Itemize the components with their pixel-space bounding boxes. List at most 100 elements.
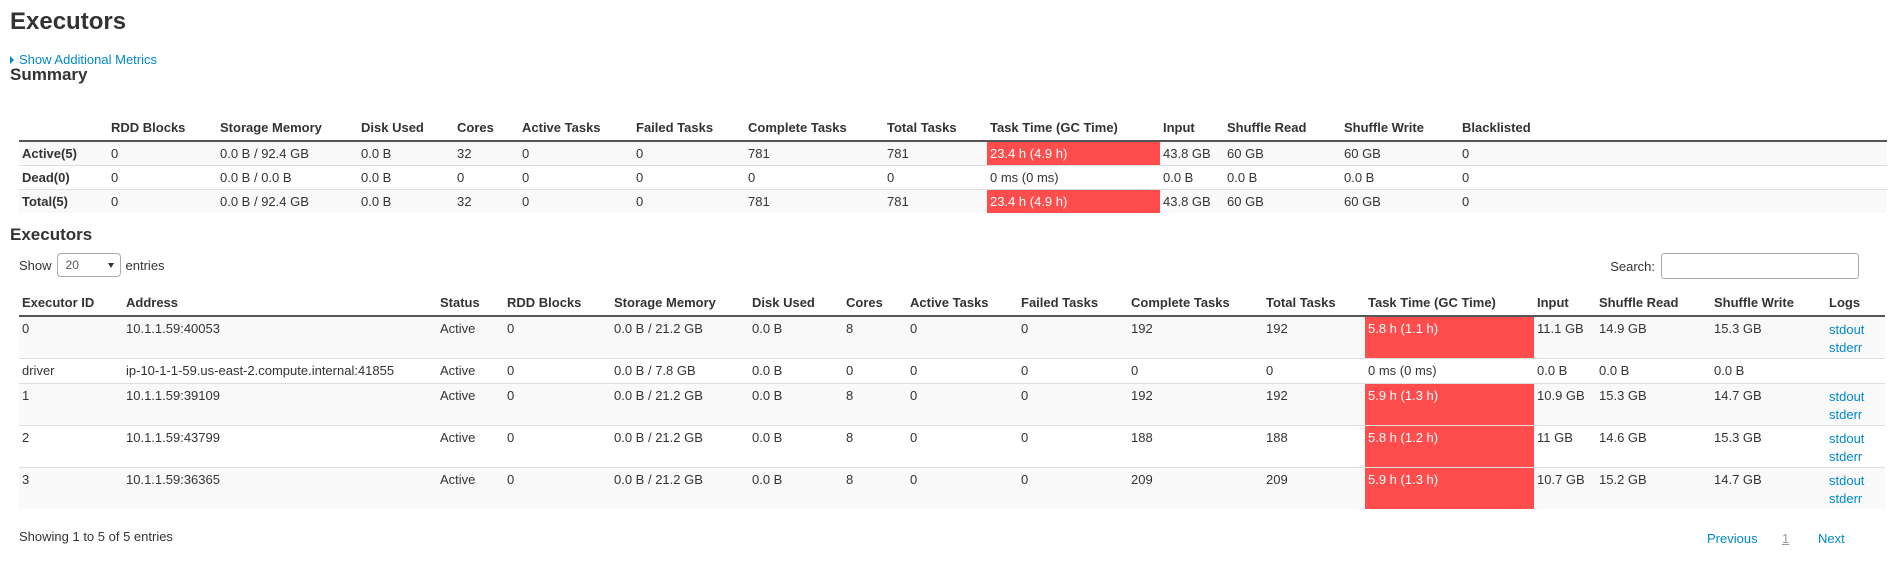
exec-cell: 0 xyxy=(1018,315,1128,358)
page-length-select[interactable]: 20 xyxy=(56,253,121,277)
current-page-button[interactable]: 1 xyxy=(1782,531,1789,546)
exec-col-rdd-blocks[interactable]: RDD Blocks xyxy=(504,289,611,317)
summary-cell: Active(5) xyxy=(19,140,108,166)
summary-cell: Total(5) xyxy=(19,189,108,213)
search-label: Search: xyxy=(1610,258,1655,274)
exec-cell: 0 xyxy=(504,424,611,467)
executor-row: driver ip-10-1-1-59.us-east-2.compute.in… xyxy=(19,357,1885,383)
exec-cell: 0 xyxy=(907,424,1018,467)
summary-col-disk-used[interactable]: Disk Used xyxy=(358,114,454,142)
stdout-link[interactable]: stdout xyxy=(1829,472,1885,490)
summary-heading: Summary xyxy=(10,65,88,84)
exec-logs-cell: stdout stderr xyxy=(1826,382,1885,425)
exec-cell: 0.0 B / 7.8 GB xyxy=(611,357,749,383)
next-page-button[interactable]: Next xyxy=(1818,531,1845,546)
exec-col-shuffle-write[interactable]: Shuffle Write xyxy=(1711,289,1826,317)
summary-col-storage-memory[interactable]: Storage Memory xyxy=(217,114,358,142)
summary-cell: 781 xyxy=(884,189,987,213)
exec-col-executor-id[interactable]: Executor ID xyxy=(19,289,123,317)
stderr-link[interactable]: stderr xyxy=(1829,339,1885,357)
exec-col-address[interactable]: Address xyxy=(123,289,437,317)
stderr-link[interactable]: stderr xyxy=(1829,406,1885,424)
summary-row-total: Total(5) 0 0.0 B / 92.4 GB 0.0 B 32 0 0 … xyxy=(19,189,1887,213)
summary-cell: 0.0 B xyxy=(1160,165,1224,190)
exec-cell: 8 xyxy=(843,424,907,467)
summary-col-failed-tasks[interactable]: Failed Tasks xyxy=(633,114,745,142)
summary-header-row: RDD Blocks Storage Memory Disk Used Core… xyxy=(19,114,1887,142)
exec-col-logs[interactable]: Logs xyxy=(1826,289,1885,317)
executor-row: 3 10.1.1.59:36365 Active 0 0.0 B / 21.2 … xyxy=(19,466,1885,509)
summary-cell: 60 GB xyxy=(1341,189,1459,213)
stdout-link[interactable]: stdout xyxy=(1829,321,1885,339)
exec-cell: 0 xyxy=(504,315,611,358)
exec-logs-cell: stdout stderr xyxy=(1826,424,1885,467)
search-control: Search: xyxy=(1610,253,1859,279)
exec-cell: 10.1.1.59:40053 xyxy=(123,315,437,358)
summary-col-blacklisted[interactable]: Blacklisted xyxy=(1459,114,1887,142)
summary-col-active-tasks[interactable]: Active Tasks xyxy=(519,114,633,142)
search-input[interactable] xyxy=(1661,253,1859,279)
exec-cell: 0 xyxy=(19,315,123,358)
exec-col-active-tasks[interactable]: Active Tasks xyxy=(907,289,1018,317)
exec-col-input[interactable]: Input xyxy=(1534,289,1596,317)
exec-cell: ip-10-1-1-59.us-east-2.compute.internal:… xyxy=(123,357,437,383)
exec-cell: 3 xyxy=(19,466,123,509)
exec-cell: 0.0 B xyxy=(1596,357,1711,383)
summary-cell: 0 xyxy=(108,165,217,190)
exec-cell: 192 xyxy=(1263,315,1365,358)
summary-col-shuffle-write[interactable]: Shuffle Write xyxy=(1341,114,1459,142)
summary-col-cores[interactable]: Cores xyxy=(454,114,519,142)
summary-cell: 0 xyxy=(633,189,745,213)
summary-cell: 60 GB xyxy=(1224,189,1341,213)
summary-cell: 0 xyxy=(519,189,633,213)
exec-col-storage-memory[interactable]: Storage Memory xyxy=(611,289,749,317)
page-title: Executors xyxy=(10,8,127,35)
exec-cell: 0.0 B xyxy=(749,357,843,383)
show-label: Show xyxy=(19,257,52,273)
summary-cell: 0.0 B xyxy=(358,140,454,166)
exec-col-complete-tasks[interactable]: Complete Tasks xyxy=(1128,289,1263,317)
exec-col-shuffle-read[interactable]: Shuffle Read xyxy=(1596,289,1711,317)
exec-cell: 2 xyxy=(19,424,123,467)
previous-page-button[interactable]: Previous xyxy=(1707,531,1758,546)
exec-cell: 10.9 GB xyxy=(1534,382,1596,425)
exec-col-failed-tasks[interactable]: Failed Tasks xyxy=(1018,289,1128,317)
stdout-link[interactable]: stdout xyxy=(1829,430,1885,448)
summary-col-shuffle-read[interactable]: Shuffle Read xyxy=(1224,114,1341,142)
summary-col-complete-tasks[interactable]: Complete Tasks xyxy=(745,114,884,142)
summary-col-task-time[interactable]: Task Time (GC Time) xyxy=(987,114,1160,142)
exec-cell: Active xyxy=(437,466,504,509)
exec-col-cores[interactable]: Cores xyxy=(843,289,907,317)
summary-cell: 0 xyxy=(1459,140,1887,166)
summary-cell: 43.8 GB xyxy=(1160,189,1224,213)
summary-col-input[interactable]: Input xyxy=(1160,114,1224,142)
summary-cell: 0 xyxy=(454,165,519,190)
exec-cell: 209 xyxy=(1263,466,1365,509)
page-length-control: Show 20 entries xyxy=(19,253,165,277)
stderr-link[interactable]: stderr xyxy=(1829,448,1885,466)
executors-heading: Executors xyxy=(10,225,93,244)
stdout-link[interactable]: stdout xyxy=(1829,388,1885,406)
exec-cell: 209 xyxy=(1128,466,1263,509)
executors-page: Executors Show Additional Metrics Summar… xyxy=(0,0,1897,583)
exec-col-task-time[interactable]: Task Time (GC Time) xyxy=(1365,289,1534,317)
exec-col-status[interactable]: Status xyxy=(437,289,504,317)
exec-col-total-tasks[interactable]: Total Tasks xyxy=(1263,289,1365,317)
summary-cell: 0 xyxy=(633,165,745,190)
stderr-link[interactable]: stderr xyxy=(1829,490,1885,508)
exec-cell-task-time: 5.9 h (1.3 h) xyxy=(1365,466,1534,509)
executors-header-row: Executor ID Address Status RDD Blocks St… xyxy=(19,289,1885,317)
exec-cell: 0.0 B xyxy=(1534,357,1596,383)
summary-col-rdd-blocks[interactable]: RDD Blocks xyxy=(108,114,217,142)
exec-logs-cell xyxy=(1826,357,1885,383)
exec-col-disk-used[interactable]: Disk Used xyxy=(749,289,843,317)
exec-cell: 0 xyxy=(907,357,1018,383)
exec-cell-task-time: 5.9 h (1.3 h) xyxy=(1365,382,1534,425)
summary-col-total-tasks[interactable]: Total Tasks xyxy=(884,114,987,142)
arrow-right-icon xyxy=(10,55,14,64)
summary-cell: 0.0 B / 92.4 GB xyxy=(217,140,358,166)
exec-cell: 14.7 GB xyxy=(1711,466,1826,509)
exec-cell: 0 xyxy=(1018,382,1128,425)
summary-cell-task-time: 0 ms (0 ms) xyxy=(987,165,1160,190)
exec-cell: 0.0 B xyxy=(749,315,843,358)
